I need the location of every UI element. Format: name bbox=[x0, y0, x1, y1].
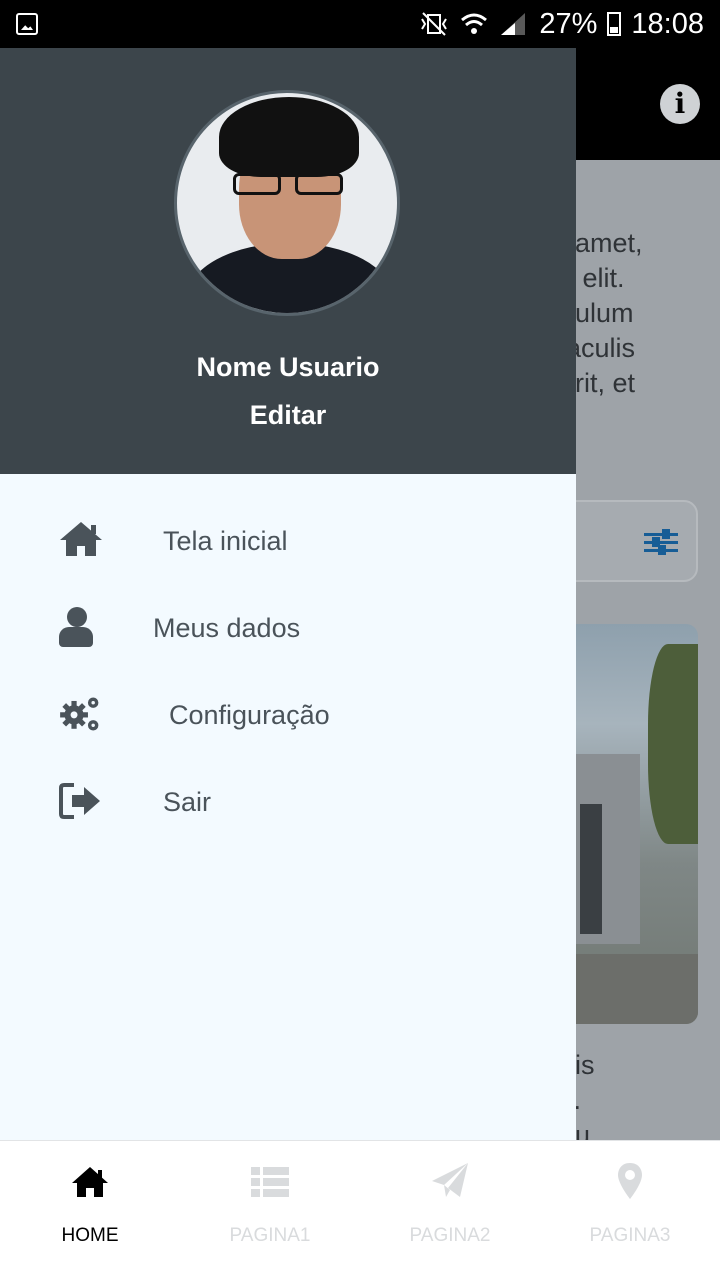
tab-pagina1[interactable]: PAGINA1 bbox=[180, 1141, 360, 1281]
menu-item-configuracao[interactable]: Configuração bbox=[0, 680, 576, 750]
home-icon bbox=[72, 1167, 108, 1197]
status-icons: 27% 18:08 bbox=[419, 6, 704, 42]
info-icon[interactable]: i bbox=[660, 84, 700, 124]
drawer-header: Nome Usuario Editar bbox=[0, 48, 576, 474]
map-marker-icon bbox=[618, 1163, 642, 1199]
menu-item-label: Sair bbox=[163, 787, 212, 817]
background-paragraph-bottom: dis s. eu bbox=[560, 1050, 595, 1150]
menu-item-meus-dados[interactable]: Meus dados bbox=[0, 593, 576, 663]
gears-icon bbox=[60, 697, 99, 731]
menu-item-tela-inicial[interactable]: Tela inicial bbox=[0, 506, 576, 576]
home-icon bbox=[60, 522, 102, 556]
background-paragraph: t amet, g elit. bulum iaculis erit, et bbox=[560, 228, 643, 398]
edit-profile-link[interactable]: Editar bbox=[0, 400, 576, 431]
tab-pagina2[interactable]: PAGINA2 bbox=[360, 1141, 540, 1281]
navigation-drawer: Nome Usuario Editar Tela inicial Meus da… bbox=[0, 48, 576, 1140]
tab-label: PAGINA2 bbox=[409, 1225, 491, 1246]
menu-item-label: Configuração bbox=[169, 700, 330, 730]
filter-sliders-icon[interactable] bbox=[644, 528, 678, 558]
battery-icon bbox=[607, 12, 622, 36]
bottom-navigation: HOME PAGINA1 PAGINA2 PAGINA3 bbox=[0, 1140, 720, 1281]
gallery-notification-icon bbox=[16, 13, 38, 35]
tab-label: PAGINA3 bbox=[589, 1225, 671, 1246]
user-icon bbox=[58, 607, 104, 647]
sign-out-icon bbox=[59, 783, 100, 819]
wifi-icon bbox=[461, 13, 488, 34]
list-icon bbox=[251, 1167, 289, 1197]
paper-plane-icon bbox=[432, 1163, 468, 1197]
status-bar: 27% 18:08 bbox=[0, 0, 720, 48]
signal-icon bbox=[501, 13, 526, 35]
battery-percent: 27% bbox=[539, 7, 598, 40]
menu-item-label: Meus dados bbox=[153, 613, 301, 643]
tab-label: PAGINA1 bbox=[229, 1225, 311, 1246]
clock: 18:08 bbox=[631, 7, 704, 40]
tab-home[interactable]: HOME bbox=[0, 1141, 180, 1281]
tab-label: HOME bbox=[61, 1225, 119, 1246]
avatar[interactable] bbox=[174, 90, 400, 316]
menu-item-label: Tela inicial bbox=[163, 526, 288, 556]
user-name: Nome Usuario bbox=[196, 352, 380, 382]
vibrate-off-icon bbox=[421, 12, 448, 36]
tab-pagina3[interactable]: PAGINA3 bbox=[540, 1141, 720, 1281]
menu-item-sair[interactable]: Sair bbox=[0, 767, 576, 837]
